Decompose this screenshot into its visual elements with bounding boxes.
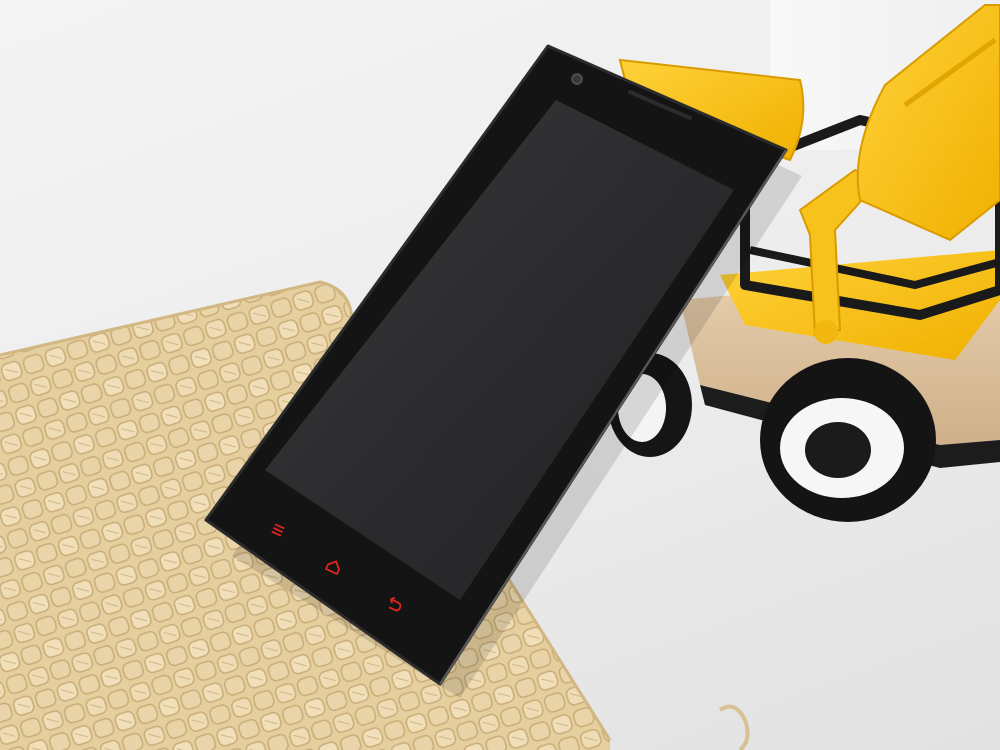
front-bucket [856,4,1000,242]
photo-scene [0,0,1000,750]
scene-illustration [0,4,1000,750]
straw-fragment [718,704,750,750]
arm-joint [814,320,838,344]
front-wheel [760,358,936,522]
front-camera-icon [571,73,583,85]
